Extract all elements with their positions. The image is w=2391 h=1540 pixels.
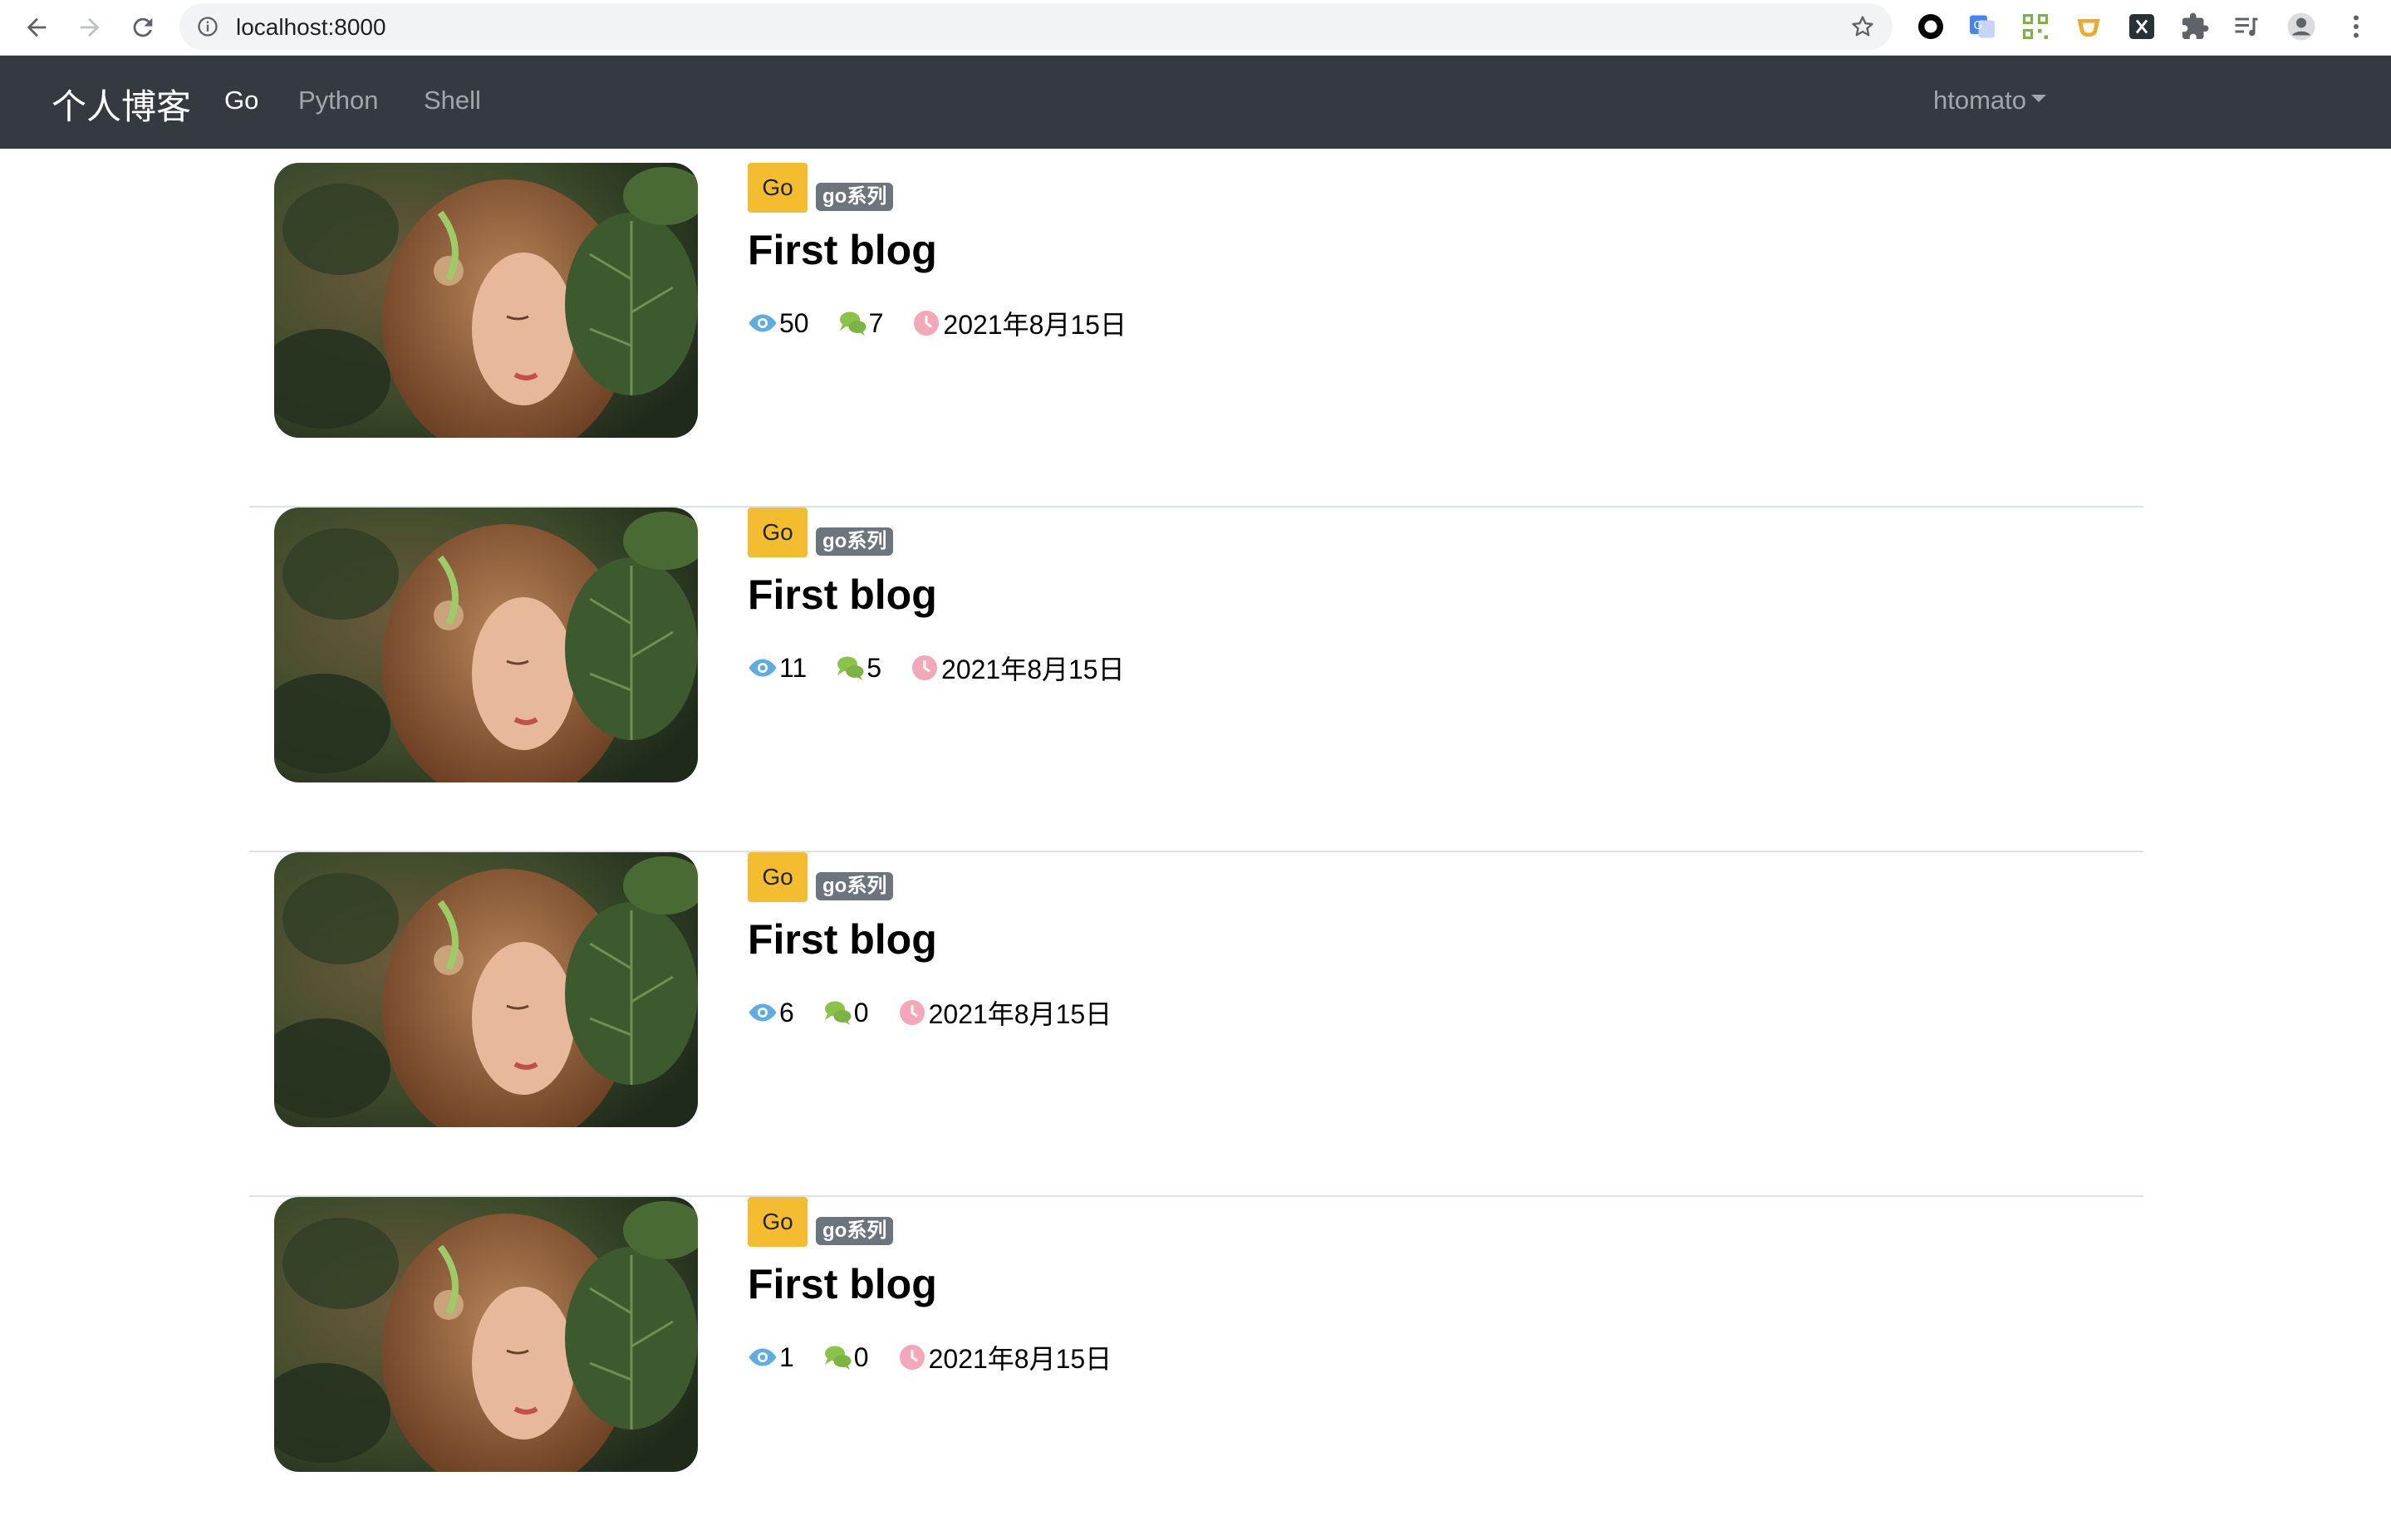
post-thumbnail[interactable]: [274, 508, 698, 782]
profile-icon[interactable]: [2285, 10, 2318, 43]
category-badge[interactable]: Go: [748, 508, 808, 557]
comments-value: 0: [853, 997, 869, 1027]
post-item: Go go系列 First blog 1 0 2021年8月15日: [249, 1197, 2143, 1540]
media-queue-icon[interactable]: [2230, 10, 2263, 43]
post-date: 2021年8月15日: [897, 993, 1112, 1032]
comments-value: 7: [868, 307, 884, 338]
category-badge[interactable]: Go: [748, 163, 808, 213]
qr-extension-icon[interactable]: [2019, 10, 2052, 43]
post-thumbnail[interactable]: [274, 1197, 698, 1472]
post-thumbnail[interactable]: [274, 852, 698, 1127]
url-text[interactable]: localhost:8000: [236, 14, 386, 41]
eye-icon: [749, 1348, 777, 1366]
address-bar[interactable]: localhost:8000: [179, 3, 1893, 50]
comments-count: 5: [835, 653, 881, 684]
cup-extension-icon[interactable]: [2072, 10, 2105, 43]
views-value: 11: [779, 652, 808, 683]
clock-icon: [914, 311, 940, 336]
post-thumbnail[interactable]: [274, 163, 698, 438]
clock-icon: [899, 1000, 925, 1025]
post-item: Go go系列 First blog 50 7 2021年8月15日: [249, 163, 2143, 508]
views-value: 6: [779, 997, 794, 1027]
comments-value: 5: [867, 652, 882, 683]
post-meta: 11 5 2021年8月15日: [748, 649, 1153, 687]
post-item: Go go系列 First blog 6 0 2021年8月15日: [249, 852, 2143, 1197]
post-meta: 6 0 2021年8月15日: [748, 993, 1140, 1032]
info-icon[interactable]: [196, 15, 219, 38]
post-item: Go go系列 First blog 11 5 2021年8月15日: [249, 508, 2143, 852]
views-count: 1: [748, 1342, 794, 1373]
user-name: htomato: [1933, 86, 2027, 115]
portrait-image: [274, 163, 698, 438]
comments-icon: [824, 1346, 852, 1370]
star-icon[interactable]: [1849, 13, 1876, 40]
views-value: 50: [779, 307, 809, 338]
date-value: 2021年8月15日: [941, 655, 1125, 684]
comments-value: 0: [853, 1341, 869, 1372]
post-date: 2021年8月15日: [897, 1338, 1112, 1376]
eye-icon: [749, 314, 777, 332]
post-meta: 1 0 2021年8月15日: [748, 1338, 1140, 1376]
date-value: 2021年8月15日: [928, 1344, 1112, 1374]
views-count: 11: [748, 653, 807, 684]
eye-icon: [749, 1003, 777, 1022]
post-title[interactable]: First blog: [748, 915, 937, 964]
post-title[interactable]: First blog: [748, 226, 937, 274]
post-title[interactable]: First blog: [748, 571, 937, 619]
views-count: 6: [748, 998, 794, 1028]
comments-icon: [824, 1001, 852, 1025]
tag-badge[interactable]: go系列: [816, 1217, 894, 1245]
views-count: 50: [748, 308, 809, 339]
svg-text:G: G: [1974, 19, 1982, 32]
category-badge[interactable]: Go: [748, 1197, 808, 1247]
puzzle-icon[interactable]: [2178, 10, 2212, 43]
portrait-image: [274, 508, 698, 782]
forward-arrow-icon[interactable]: [73, 11, 106, 44]
x-extension-icon[interactable]: [2125, 10, 2158, 43]
tag-badge[interactable]: go系列: [816, 183, 894, 211]
clock-icon: [912, 655, 938, 680]
reload-icon[interactable]: [126, 11, 160, 44]
caret-down-icon: [2031, 95, 2047, 103]
post-meta: 50 7 2021年8月15日: [748, 304, 1155, 342]
post-date: 2021年8月15日: [910, 649, 1125, 687]
date-value: 2021年8月15日: [943, 310, 1127, 340]
back-arrow-icon[interactable]: [20, 11, 53, 44]
date-value: 2021年8月15日: [928, 999, 1112, 1029]
user-dropdown[interactable]: htomato: [1933, 86, 2047, 115]
portrait-image: [274, 1197, 698, 1472]
portrait-image: [274, 852, 698, 1127]
tag-badge[interactable]: go系列: [816, 527, 894, 556]
more-vert-icon[interactable]: [2339, 10, 2373, 43]
post-title[interactable]: First blog: [748, 1260, 937, 1308]
nav-link-python[interactable]: Python: [298, 86, 379, 115]
comments-count: 0: [822, 1342, 869, 1373]
views-value: 1: [779, 1341, 794, 1372]
post-list: Go go系列 First blog 50 7 2021年8月15日 Go go…: [249, 163, 2143, 1540]
site-brand[interactable]: 个人博客: [52, 79, 191, 130]
clock-icon: [899, 1345, 925, 1370]
nav-link-go[interactable]: Go: [224, 86, 258, 115]
post-date: 2021年8月15日: [911, 304, 1127, 342]
comments-icon: [837, 656, 864, 680]
comments-count: 7: [837, 307, 884, 339]
category-badge[interactable]: Go: [748, 852, 808, 902]
site-navbar: 个人博客 Go Python Shell htomato: [0, 56, 2391, 149]
browser-toolbar: localhost:8000 G: [0, 0, 2391, 56]
tag-badge[interactable]: go系列: [816, 872, 894, 900]
eye-icon: [749, 659, 777, 677]
comments-icon: [839, 311, 867, 336]
translate-extension-icon[interactable]: G: [1966, 10, 1999, 43]
nav-link-shell[interactable]: Shell: [424, 86, 481, 115]
comments-count: 0: [822, 998, 869, 1028]
circle-extension-icon[interactable]: [1914, 10, 1947, 43]
